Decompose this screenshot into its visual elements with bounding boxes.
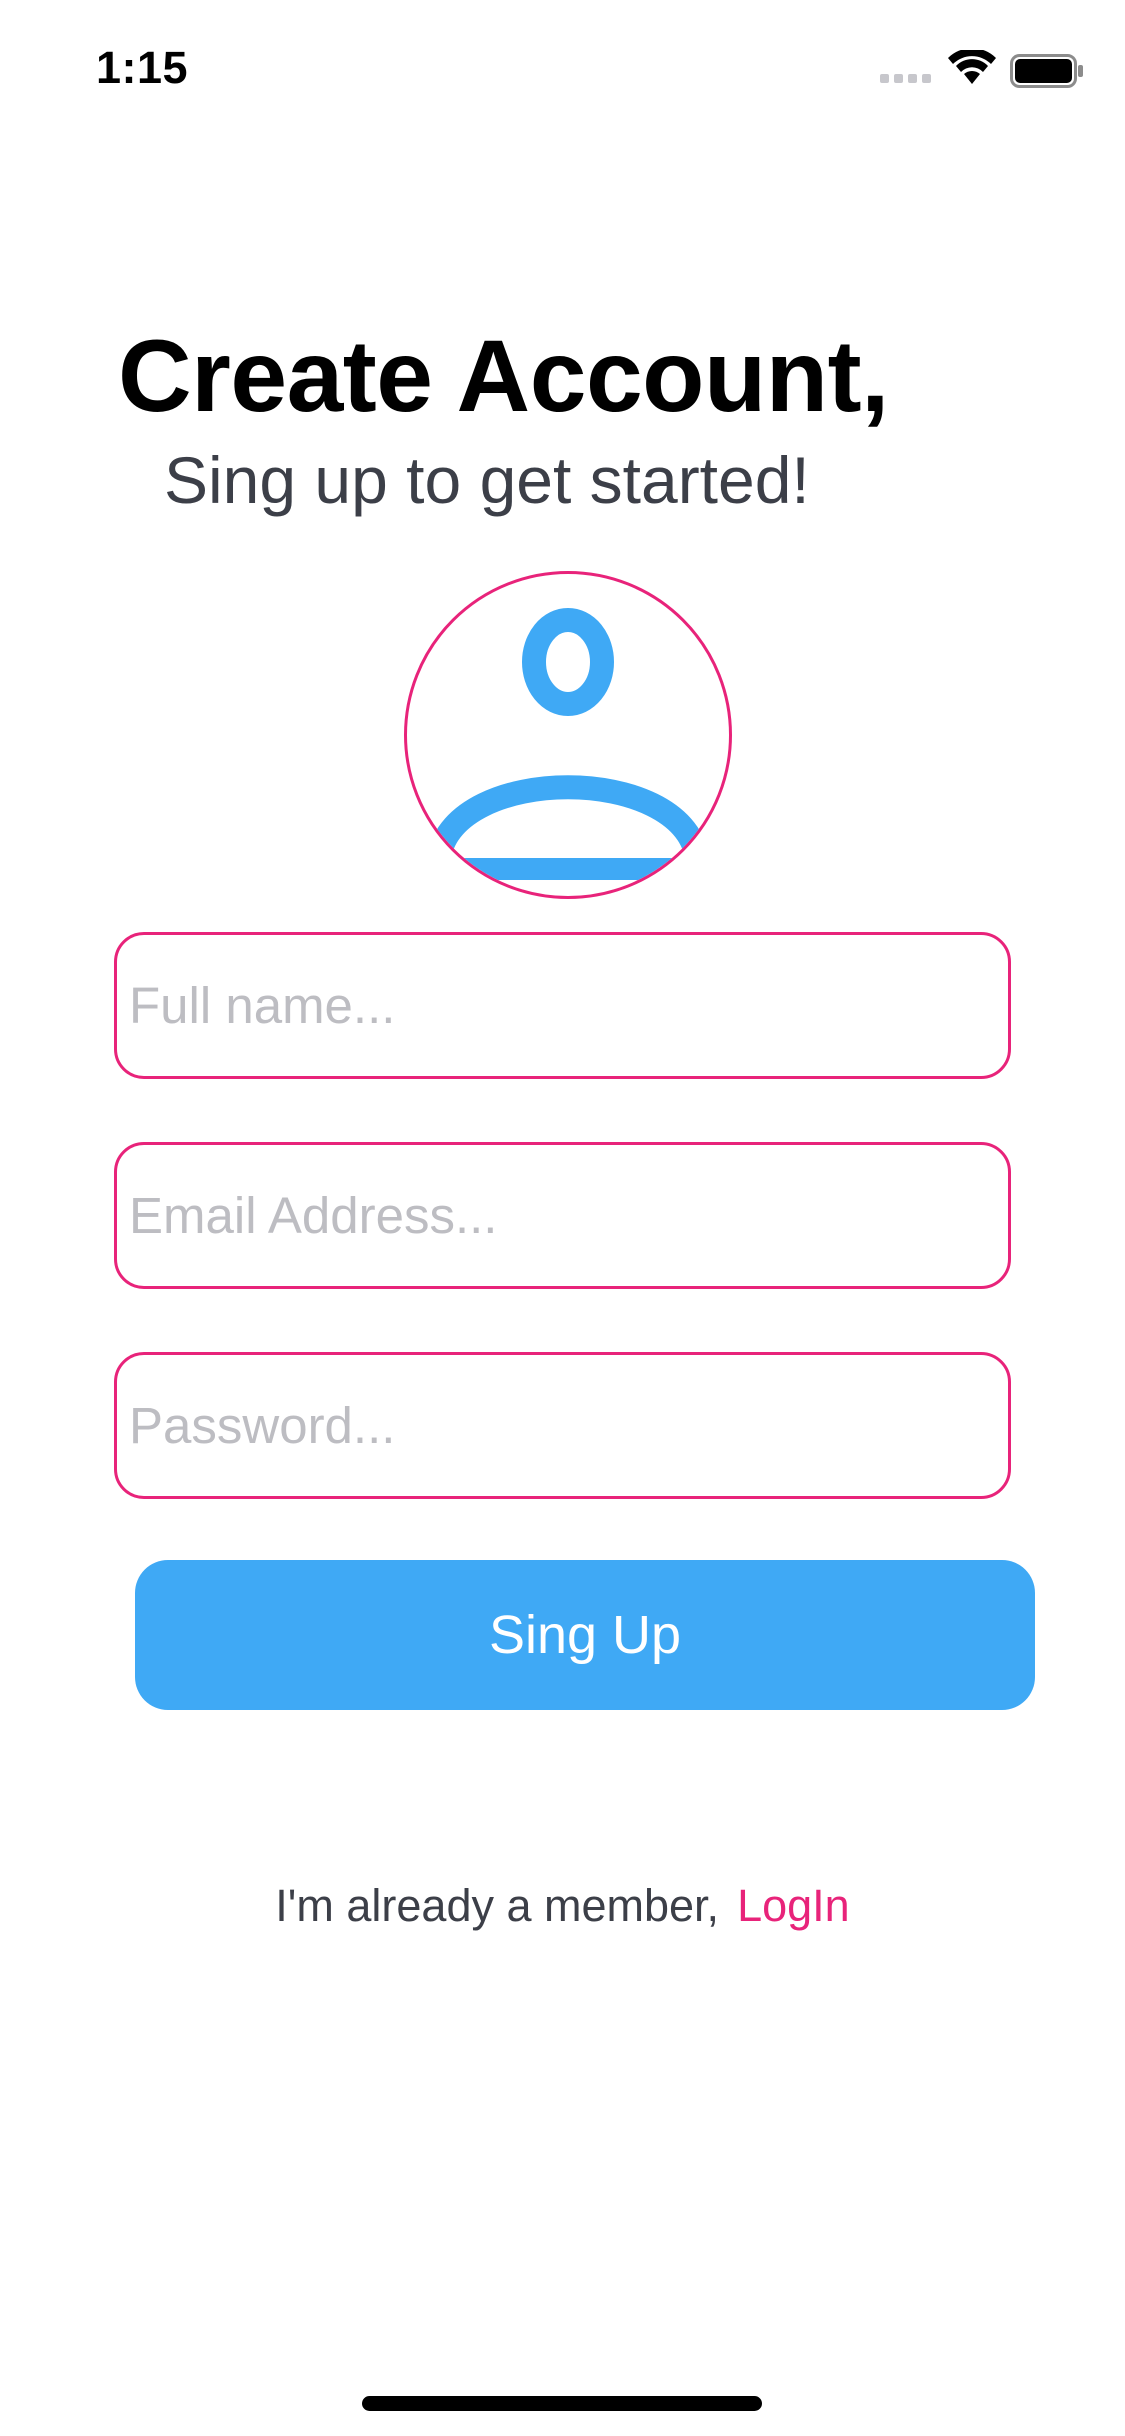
wifi-icon — [948, 50, 996, 84]
password-field[interactable] — [114, 1352, 1011, 1499]
login-link[interactable]: LogIn — [737, 1880, 850, 1931]
login-prompt: I'm already a member, LogIn — [0, 1880, 1125, 1932]
cellular-signal-icon — [880, 74, 932, 84]
sign-up-button[interactable]: Sing Up — [135, 1560, 1035, 1710]
page-subtitle: Sing up to get started! — [164, 443, 810, 517]
password-input[interactable] — [129, 1355, 989, 1496]
email-input[interactable] — [129, 1145, 989, 1286]
battery-full-icon — [1010, 54, 1083, 88]
status-time: 1:15 — [96, 42, 189, 93]
email-field[interactable] — [114, 1142, 1011, 1289]
status-bar: 1:15 — [0, 0, 1125, 132]
full-name-field[interactable] — [114, 932, 1011, 1079]
avatar[interactable] — [404, 571, 732, 899]
user-avatar-icon — [427, 608, 709, 880]
full-name-input[interactable] — [129, 935, 989, 1076]
member-text: I'm already a member, — [275, 1880, 720, 1931]
home-indicator[interactable] — [362, 2396, 762, 2411]
page-title: Create Account, — [118, 319, 889, 433]
